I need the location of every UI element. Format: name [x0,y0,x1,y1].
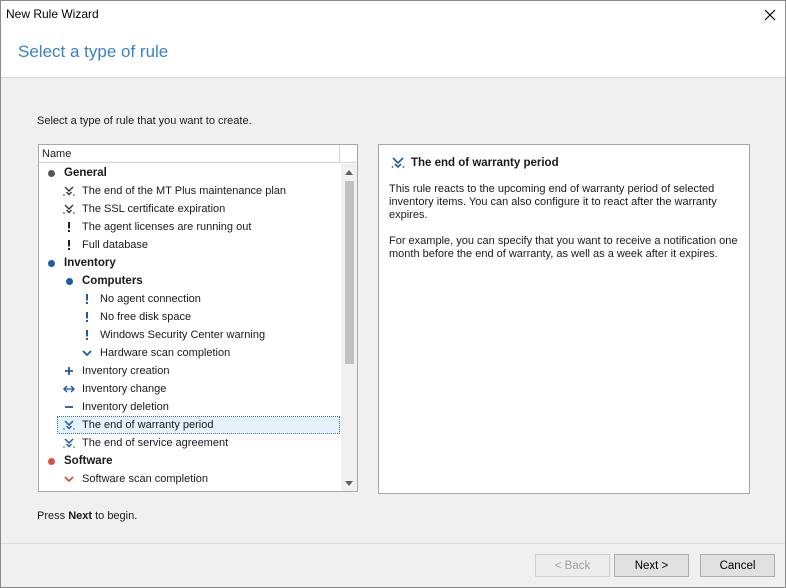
tree-group-row[interactable]: Software [39,452,341,470]
clock-expire-blue-icon [63,419,75,431]
cancel-button[interactable]: Cancel [700,554,775,577]
tree-item-row[interactable]: Windows Security Center warning [39,326,341,344]
description-paragraph-2: For example, you can specify that you wa… [389,235,738,260]
exclamation-blue-icon [81,329,93,341]
double-arrow-icon [63,383,75,395]
tree-item-label: The end of service agreement [82,437,229,449]
page-title: Select a type of rule [18,42,169,61]
tree-item-row[interactable]: Full database [39,236,341,254]
tree-item-row[interactable]: Hardware scan completion [39,344,341,362]
wizard-window: New Rule Wizard Select a type of rule Se… [0,0,786,588]
tree-item-label: Inventory [64,257,116,269]
description-title: The end of warranty period [391,157,739,169]
exclamation-blue-icon [81,311,93,323]
tree-item-row[interactable]: Inventory change [39,380,341,398]
press-prefix: Press [37,510,69,522]
clock-expire-icon [63,203,75,215]
window-title: New Rule Wizard [6,7,99,21]
plus-icon [63,365,75,377]
tree-item-row[interactable]: Inventory creation [39,362,341,380]
tree-item-row[interactable]: The SSL certificate expiration [39,200,341,218]
tree-item-label: Software [64,455,113,467]
press-bold: Next [68,510,93,522]
tree-item-label: General [64,167,107,179]
tree-item-label: Inventory deletion [82,401,169,413]
clock-expire-icon [63,185,75,197]
press-next-hint: Press Next to begin. [37,510,137,522]
next-button[interactable]: Next > [614,554,689,577]
wizard-footer: < Back Next > Cancel [1,544,785,587]
bullet-gray-icon [45,167,57,179]
tree-item-row[interactable]: No free disk space [39,308,341,326]
tree-item-label: Inventory change [82,383,167,395]
press-suffix: to begin. [92,510,138,522]
clock-expire-blue-icon [63,437,75,449]
scroll-down-button[interactable] [341,475,357,491]
tree-item-label: No free disk space [100,311,192,323]
tree-item-row[interactable]: The agent licenses are running out [39,218,341,236]
tree-item-label: Hardware scan completion [100,347,231,359]
wizard-content: Select a type of rule that you want to c… [1,78,785,543]
tree-header: Name [39,145,357,163]
tree-item-row[interactable]: Inventory deletion [39,398,341,416]
checkmark-blue-icon [81,347,93,359]
tree-scrollbar[interactable] [341,164,357,491]
tree-item-label: Computers [82,275,143,287]
tree-item-label: The end of the MT Plus maintenance plan [82,185,287,197]
exclamation-icon [63,221,75,233]
bullet-red-icon [45,455,57,467]
bullet-blue-icon [45,257,57,269]
instruction-text: Select a type of rule that you want to c… [37,115,252,127]
tree-item-label: The SSL certificate expiration [82,203,226,215]
tree-group-row[interactable]: General [39,164,341,182]
rule-description-panel: The end of warranty period This rule rea… [378,144,750,494]
column-divider [339,145,340,163]
tree-item-label: Software scan completion [82,473,208,485]
tree-item-label: The end of warranty period [82,419,214,431]
tree-item-row[interactable]: The end of service agreement [39,434,341,452]
tree-item-label: Full database [82,239,149,251]
scroll-thumb[interactable] [345,181,354,364]
title-bar: New Rule Wizard [1,1,785,29]
tree-item-label: Windows Security Center warning [100,329,266,341]
checkmark-red-icon [63,473,75,485]
rule-type-tree[interactable]: Name General The end of the MT Plus maint… [38,144,358,492]
back-button[interactable]: < Back [535,554,610,577]
bullet-blue-icon [63,275,75,287]
scroll-up-button[interactable] [341,164,357,180]
wizard-header: Select a type of rule [1,29,785,77]
chevron-down-icon [345,480,353,486]
tree-item-row[interactable]: No agent connection [39,290,341,308]
tree-item-row[interactable]: Software scan completion [39,470,341,488]
close-icon [764,9,776,21]
close-button[interactable] [755,1,785,29]
tree-item-label: Inventory creation [82,365,170,377]
tree-item-label: No agent connection [100,293,201,305]
tree-item-row[interactable]: The end of warranty period [39,416,341,434]
clock-expire-blue-icon [391,157,405,169]
column-header-name[interactable]: Name [42,148,71,160]
exclamation-blue-icon [81,293,93,305]
minus-icon [63,401,75,413]
tree-rows: General The end of the MT Plus maintenanc… [39,164,341,491]
tree-group-row[interactable]: Inventory [39,254,341,272]
exclamation-icon [63,239,75,251]
chevron-up-icon [345,169,353,175]
tree-group-row[interactable]: Computers [39,272,341,290]
tree-item-label: The agent licenses are running out [82,221,252,233]
description-title-text: The end of warranty period [411,157,559,169]
description-paragraph-1: This rule reacts to the upcoming end of … [389,183,717,221]
tree-item-row[interactable]: The end of the MT Plus maintenance plan [39,182,341,200]
